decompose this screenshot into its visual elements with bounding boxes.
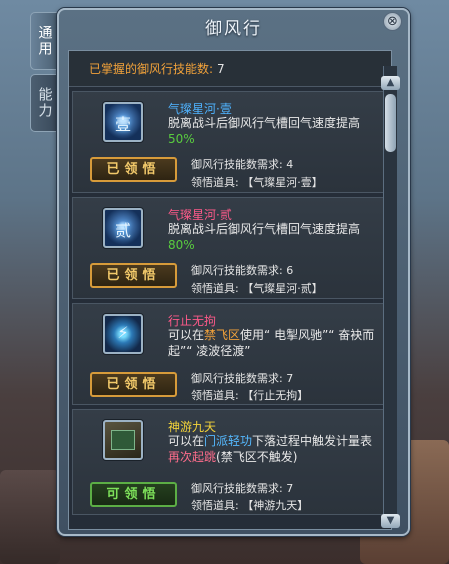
requirement: 御风行技能数需求: 7 — [191, 370, 293, 386]
required-item: 领悟道具: 【气璨星河·贰】 — [191, 280, 323, 296]
list-item: 壹 气璨星河·壹 脱离战斗后御风行气槽回气速度提高50% 已领悟 御风行技能数需… — [72, 91, 390, 193]
desc-highlight: 门派轻功 — [204, 434, 253, 448]
item-value: 【行止无拘】 — [242, 389, 309, 402]
icon-glyph: 贰 — [114, 221, 131, 240]
list-item: ⚡ 行止无拘 可以在禁飞区使用“ 电掣风驰”“ 奋袂而起”“ 凌波径渡” 已领悟… — [72, 303, 390, 405]
item-label: 领悟道具: — [191, 499, 239, 512]
close-button[interactable]: ⊗ — [383, 12, 402, 31]
mastered-count-label: 已掌握的御风行技能数: — [89, 62, 214, 76]
learned-button[interactable]: 已领悟 — [90, 263, 177, 288]
desc-text-2: 下落过程中触发计量表 — [252, 434, 373, 448]
req-value: 6 — [286, 264, 294, 277]
book-icon[interactable] — [103, 420, 143, 460]
item-label: 领悟道具: — [191, 176, 239, 189]
skill-description: 脱离战斗后御风行气槽回气速度提高 80% — [168, 221, 384, 253]
learned-button[interactable]: 已领悟 — [90, 372, 177, 397]
requirement: 御风行技能数需求: 4 — [191, 156, 293, 172]
req-value: 7 — [286, 482, 294, 495]
item-value: 【气璨星河·贰】 — [242, 282, 323, 295]
yufengxing-window: 御风行 ⊗ 已掌握的御风行技能数: 7 壹 气璨星河·壹 脱离战斗后御风行气槽回气… — [57, 8, 410, 536]
scroll-thumb[interactable] — [385, 94, 396, 152]
book-cover — [111, 430, 135, 450]
req-value: 4 — [286, 158, 294, 171]
star-icon[interactable]: 壹 — [103, 102, 143, 142]
req-label: 御风行技能数需求: — [191, 482, 283, 495]
req-value: 7 — [286, 372, 294, 385]
list-item: 神游九天 可以在门派轻功下落过程中触发计量表再次起跳(禁飞区不触发) 可领悟 御… — [72, 409, 390, 515]
list-item: 贰 气璨星河·贰 脱离战斗后御风行气槽回气速度提高80% 已领悟 御风行技能数需… — [72, 197, 390, 299]
req-label: 御风行技能数需求: — [191, 372, 283, 385]
scrollbar[interactable]: ▲ ▼ — [381, 66, 400, 528]
desc-text-3: (禁飞区不触发) — [216, 450, 298, 464]
running-figure-icon[interactable]: ⚡ — [103, 314, 143, 354]
skill-description: 脱离战斗后御风行气槽回气速度提高 50% — [168, 115, 384, 147]
desc-highlight: 80% — [168, 238, 195, 252]
requirement: 御风行技能数需求: 7 — [191, 480, 293, 496]
mastered-skill-count: 已掌握的御风行技能数: 7 — [69, 51, 391, 87]
tab-ability[interactable]: 能力 — [30, 74, 57, 132]
mastered-count-value: 7 — [217, 62, 225, 76]
background-scenery-2 — [0, 470, 60, 564]
tab-general[interactable]: 通用 — [30, 12, 57, 70]
window-title: 御风行 — [205, 19, 262, 39]
req-label: 御风行技能数需求: — [191, 264, 283, 277]
requirement: 御风行技能数需求: 6 — [191, 262, 293, 278]
req-label: 御风行技能数需求: — [191, 158, 283, 171]
skill-description: 可以在禁飞区使用“ 电掣风驰”“ 奋袂而起”“ 凌波径渡” — [168, 327, 384, 359]
item-label: 领悟道具: — [191, 282, 239, 295]
required-item: 领悟道具: 【气璨星河·壹】 — [191, 174, 323, 190]
desc-highlight-2: 再次起跳 — [168, 450, 217, 464]
desc-text: 可以在 — [168, 328, 205, 342]
icon-glyph-figure: ⚡ — [117, 323, 129, 342]
item-value: 【气璨星河·壹】 — [242, 176, 323, 189]
required-item: 领悟道具: 【行止无拘】 — [191, 387, 308, 403]
skill-description: 可以在门派轻功下落过程中触发计量表再次起跳(禁飞区不触发) — [168, 433, 384, 465]
desc-text: 可以在 — [168, 434, 205, 448]
item-value: 【神游九天】 — [242, 499, 309, 512]
learned-button[interactable]: 已领悟 — [90, 157, 177, 182]
scroll-down-icon[interactable]: ▼ — [381, 514, 400, 528]
icon-glyph: 壹 — [114, 115, 131, 134]
required-item: 领悟道具: 【神游九天】 — [191, 497, 308, 513]
skill-list: 已掌握的御风行技能数: 7 壹 气璨星河·壹 脱离战斗后御风行气槽回气速度提高50… — [68, 50, 392, 530]
scroll-up-icon[interactable]: ▲ — [381, 76, 400, 90]
desc-text: 脱离战斗后御风行气槽回气速度提高 — [168, 222, 361, 236]
desc-text: 脱离战斗后御风行气槽回气速度提高 — [168, 116, 361, 130]
star-icon[interactable]: 贰 — [103, 208, 143, 248]
item-label: 领悟道具: — [191, 389, 239, 402]
learnable-button[interactable]: 可领悟 — [90, 482, 177, 507]
desc-highlight: 禁飞区 — [204, 328, 241, 342]
desc-highlight: 50% — [168, 132, 195, 146]
